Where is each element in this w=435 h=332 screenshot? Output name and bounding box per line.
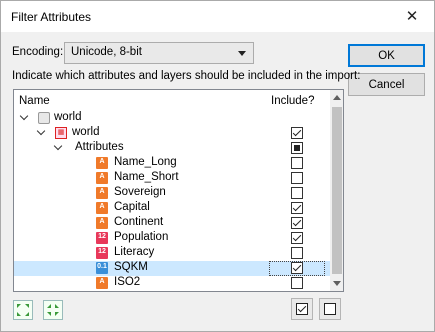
include-checkbox[interactable] — [291, 157, 303, 169]
expand-all-button[interactable] — [13, 300, 33, 320]
include-checkbox[interactable] — [291, 232, 303, 244]
include-checkbox[interactable] — [291, 142, 303, 154]
text-field-icon: A — [96, 277, 108, 289]
check-all-icon — [296, 303, 308, 315]
integer-field-icon: 12 — [96, 247, 108, 259]
include-checkbox[interactable] — [291, 187, 303, 199]
chevron-down-icon[interactable] — [53, 141, 63, 151]
scroll-up-icon[interactable] — [333, 95, 341, 100]
tree-row-attribute[interactable]: 12 Population — [14, 231, 330, 246]
include-checkbox[interactable] — [291, 247, 303, 259]
tree-row-attribute[interactable]: A ISO2 — [14, 276, 330, 291]
tree-row-attribute-selected[interactable]: 0.1 SQKM — [14, 261, 330, 276]
text-field-icon: A — [96, 202, 108, 214]
encoding-select[interactable]: Unicode, 8-bit — [64, 42, 254, 64]
window-title: Filter Attributes — [11, 10, 92, 24]
tree-row-label: Literacy — [114, 246, 155, 258]
tree-row-label: ISO2 — [114, 276, 141, 288]
close-button[interactable]: ✕ — [390, 1, 434, 31]
uncheck-all-button[interactable] — [319, 298, 341, 320]
uncheck-all-icon — [324, 303, 336, 315]
tree-row-label: Population — [114, 231, 169, 243]
encoding-label: Encoding: — [12, 46, 64, 58]
include-checkbox[interactable] — [291, 202, 303, 214]
column-header-include[interactable]: Include? — [271, 95, 314, 107]
scroll-down-icon[interactable] — [333, 281, 341, 286]
tree-row-attribute[interactable]: A Name_Long — [14, 156, 330, 171]
tree-row-attributes[interactable]: Attributes — [14, 141, 330, 156]
database-icon — [38, 112, 50, 124]
tree-row-label: SQKM — [114, 261, 148, 273]
include-checkbox[interactable] — [291, 172, 303, 184]
attribute-tree[interactable]: Name Include? world ▦ world Attributes A… — [13, 89, 344, 292]
chevron-down-icon[interactable] — [36, 126, 46, 136]
include-checkbox[interactable] — [291, 262, 303, 274]
ok-button-label: OK — [378, 49, 395, 62]
text-field-icon: A — [96, 172, 108, 184]
collapse-all-button[interactable] — [43, 300, 63, 320]
include-checkbox[interactable] — [291, 277, 303, 289]
tree-row-world-layer[interactable]: ▦ world — [14, 126, 330, 141]
column-header-name[interactable]: Name — [19, 95, 50, 107]
encoding-value: Unicode, 8-bit — [71, 46, 142, 58]
instruction-text: Indicate which attributes and layers sho… — [12, 70, 361, 82]
tree-row-label: Capital — [114, 201, 150, 213]
include-checkbox[interactable] — [291, 217, 303, 229]
expand-all-icon — [17, 304, 29, 316]
chevron-down-icon[interactable] — [19, 111, 29, 121]
text-field-icon: A — [96, 217, 108, 229]
tree-row-label: Name_Short — [114, 171, 179, 183]
text-field-icon: A — [96, 187, 108, 199]
vertical-scrollbar[interactable] — [330, 90, 343, 291]
tree-row-label: world — [72, 126, 100, 138]
scrollbar-thumb[interactable] — [332, 107, 342, 274]
layer-icon: ▦ — [55, 127, 67, 139]
check-all-button[interactable] — [291, 298, 313, 320]
tree-row-attribute[interactable]: A Sovereign — [14, 186, 330, 201]
tree-row-attribute[interactable]: 12 Literacy — [14, 246, 330, 261]
tree-row-label: world — [54, 111, 82, 123]
integer-field-icon: 12 — [96, 232, 108, 244]
tree-row-label: Sovereign — [114, 186, 166, 198]
text-field-icon: A — [96, 157, 108, 169]
tree-row-label: Continent — [114, 216, 164, 228]
tree-row-label: Attributes — [75, 141, 124, 153]
tree-row-label: Name_Long — [114, 156, 177, 168]
include-checkbox[interactable] — [291, 127, 303, 139]
filter-attributes-dialog: Filter Attributes ✕ Encoding: Unicode, 8… — [0, 0, 435, 332]
ok-button[interactable]: OK — [348, 44, 425, 67]
tree-row-world-database[interactable]: world — [14, 111, 330, 126]
chevron-down-icon — [238, 51, 246, 56]
decimal-field-icon: 0.1 — [96, 262, 108, 274]
tree-row-attribute[interactable]: A Capital — [14, 201, 330, 216]
title-bar: Filter Attributes ✕ — [1, 1, 434, 32]
cancel-button-label: Cancel — [368, 78, 405, 91]
tree-row-attribute[interactable]: A Name_Short — [14, 171, 330, 186]
collapse-all-icon — [47, 304, 59, 316]
tree-row-attribute[interactable]: A Continent — [14, 216, 330, 231]
